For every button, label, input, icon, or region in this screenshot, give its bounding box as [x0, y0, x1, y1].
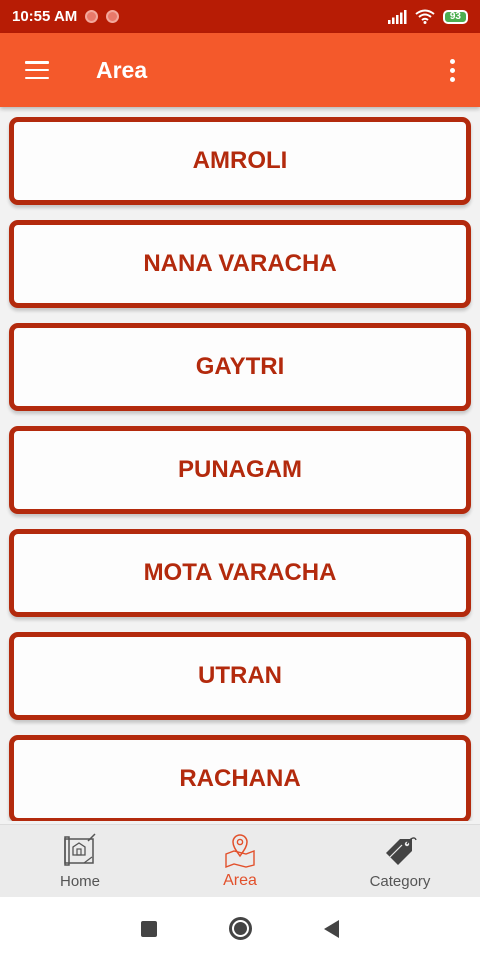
area-item-utran[interactable]: UTRAN [9, 632, 471, 720]
area-item-nana-varacha[interactable]: NANA VARACHA [9, 220, 471, 308]
tag-icon [386, 836, 417, 865]
blueprint-icon [64, 832, 96, 866]
status-time: 10:55 AM [12, 8, 78, 25]
nav-item-label: Area [223, 872, 257, 889]
nav-item-home[interactable]: Home [0, 825, 160, 897]
notification-dot-icon [85, 10, 99, 23]
area-item-mota-varacha[interactable]: MOTA VARACHA [9, 529, 471, 617]
area-item-rachana[interactable]: RACHANA [9, 735, 471, 821]
status-indicators: 93 [387, 9, 468, 24]
signal-icon [387, 9, 407, 24]
app-bar: Area [0, 33, 480, 107]
nav-item-category[interactable]: Category [320, 825, 480, 897]
nav-item-area[interactable]: Area [160, 825, 320, 897]
more-options-icon[interactable] [450, 58, 455, 82]
bottom-navigation: Home Area Category [0, 824, 480, 897]
area-item-label: UTRAN [198, 662, 282, 689]
status-bar: 10:55 AM 93 [0, 0, 480, 33]
recents-icon[interactable] [141, 920, 157, 937]
area-item-punagam[interactable]: PUNAGAM [9, 426, 471, 514]
area-item-label: AMROLI [192, 147, 288, 174]
area-item-label: PUNAGAM [178, 456, 302, 483]
area-item-label: GAYTRI [195, 353, 285, 380]
area-item-gaytri[interactable]: GAYTRI [9, 323, 471, 411]
wifi-icon [415, 9, 435, 24]
back-icon[interactable] [324, 919, 339, 938]
notification-dot-icon [106, 10, 120, 23]
hamburger-menu-icon[interactable] [25, 61, 49, 79]
area-item-amroli[interactable]: AMROLI [9, 117, 471, 205]
area-item-label: NANA VARACHA [143, 250, 337, 277]
home-icon[interactable] [229, 917, 252, 940]
page-title: Area [96, 56, 148, 83]
map-pin-icon [225, 834, 255, 868]
area-list: AMROLI NANA VARACHA GAYTRI PUNAGAM MOTA … [0, 107, 480, 821]
area-item-label: RACHANA [179, 765, 301, 792]
nav-item-label: Category [369, 872, 431, 890]
nav-item-label: Home [59, 872, 100, 890]
area-item-label: MOTA VARACHA [143, 559, 337, 586]
battery-icon: 93 [442, 9, 468, 24]
system-navigation-bar [0, 897, 480, 960]
